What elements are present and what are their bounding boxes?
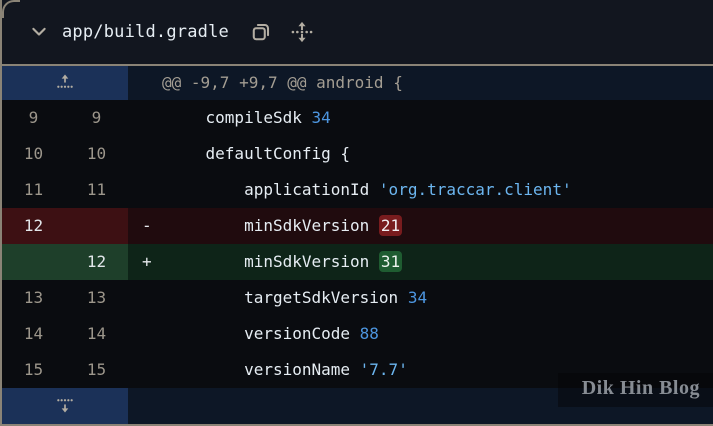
expand-all-hunks-button[interactable] — [290, 20, 314, 44]
new-line-number: 9 — [65, 100, 128, 136]
code-text: targetSdkVersion 34 — [167, 280, 427, 316]
diff-row-10: 10 10 defaultConfig { — [2, 136, 713, 172]
new-line-number: 13 — [65, 280, 128, 316]
file-name-link[interactable]: app/build.gradle — [62, 22, 229, 42]
diff-row-12-added: 12 + minSdkVersion 31 — [2, 244, 713, 280]
chevron-down-icon — [29, 22, 49, 42]
diff-row-12-deleted: 12 - minSdkVersion 21 — [2, 208, 713, 244]
new-line-number: 15 — [65, 352, 128, 388]
diff-marker — [142, 316, 167, 352]
code-value: 34 — [408, 288, 427, 307]
expand-down-icon — [55, 395, 75, 418]
old-line-number: 15 — [2, 352, 65, 388]
code-text: versionName '7.7' — [167, 352, 408, 388]
new-line-number: 12 — [65, 244, 128, 280]
code-text: compileSdk 34 — [167, 100, 331, 136]
diff-row-14: 14 14 versionCode 88 — [2, 316, 713, 352]
code-text: defaultConfig { — [167, 136, 350, 172]
new-line-number: 11 — [65, 172, 128, 208]
copy-icon — [250, 21, 272, 43]
diff-marker — [142, 280, 167, 316]
old-line-number: 14 — [2, 316, 65, 352]
diff-row-9: 9 9 compileSdk 34 — [2, 100, 713, 136]
old-line-number — [2, 244, 65, 280]
diff-row-11: 11 11 applicationId 'org.traccar.client' — [2, 172, 713, 208]
code-text: versionCode 88 — [167, 316, 379, 352]
old-line-number: 9 — [2, 100, 65, 136]
code-value: 88 — [360, 324, 379, 343]
unfold-vertical-icon — [291, 21, 313, 43]
collapse-file-button[interactable] — [28, 21, 50, 43]
expand-up-button[interactable] — [2, 66, 128, 100]
blog-watermark: Dik Hin Blog — [558, 373, 713, 407]
diff-file-panel: app/build.gradle — [0, 0, 713, 426]
file-header: app/build.gradle — [2, 0, 713, 66]
diff-marker-plus: + — [142, 244, 167, 280]
diff-marker — [142, 100, 167, 136]
new-line-number: 10 — [65, 136, 128, 172]
expand-down-button[interactable] — [2, 388, 128, 424]
old-line-number: 13 — [2, 280, 65, 316]
code-text: minSdkVersion 21 — [167, 208, 402, 244]
deleted-word-highlight: 21 — [379, 215, 402, 236]
diff-row-13: 13 13 targetSdkVersion 34 — [2, 280, 713, 316]
code-value: '7.7' — [360, 360, 408, 379]
code-value: 34 — [312, 108, 331, 127]
code-text: minSdkVersion 31 — [167, 244, 402, 280]
added-word-highlight: 31 — [379, 251, 402, 272]
copy-file-path-button[interactable] — [249, 20, 273, 44]
diff-marker — [142, 172, 167, 208]
code-value: 'org.traccar.client' — [379, 180, 572, 199]
new-line-number — [65, 208, 128, 244]
diff-marker — [142, 136, 167, 172]
old-line-number: 12 — [2, 208, 65, 244]
old-line-number: 10 — [2, 136, 65, 172]
new-line-number: 14 — [65, 316, 128, 352]
hunk-header-text: @@ -9,7 +9,7 @@ android { — [162, 66, 403, 100]
expand-up-icon — [55, 72, 75, 95]
diff-marker — [142, 352, 167, 388]
hunk-header-row: @@ -9,7 +9,7 @@ android { — [2, 66, 713, 100]
old-line-number: 11 — [2, 172, 65, 208]
diff-marker-minus: - — [142, 208, 167, 244]
code-text: applicationId 'org.traccar.client' — [167, 172, 572, 208]
